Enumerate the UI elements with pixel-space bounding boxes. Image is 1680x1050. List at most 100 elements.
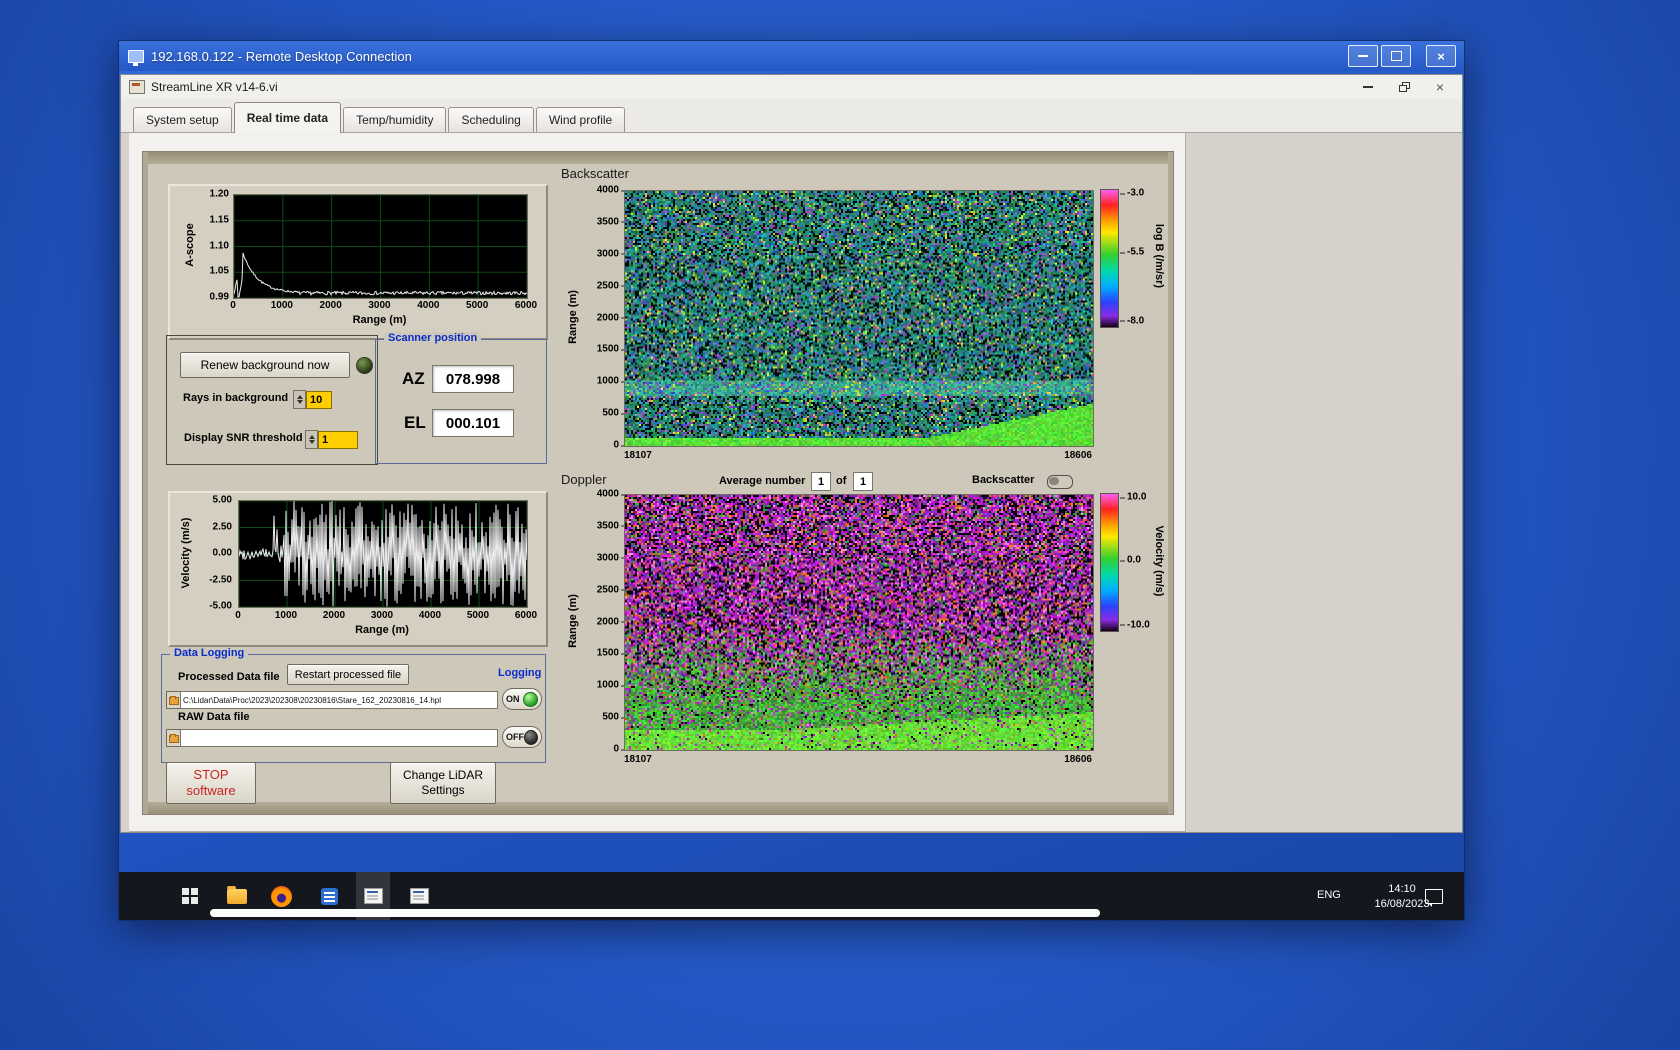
tick-label: 0 [613, 439, 626, 451]
raw-path-field[interactable] [180, 729, 498, 747]
maximize-icon [1390, 51, 1402, 61]
logging-on-switch[interactable]: ON [502, 688, 542, 710]
app-minimize-icon[interactable] [1362, 86, 1373, 88]
processed-data-file-label: Processed Data file [178, 671, 280, 683]
az-value-field[interactable]: 078.998 [432, 365, 514, 393]
scanner-position-title: Scanner position [384, 332, 482, 344]
snr-value-field[interactable]: 1 [318, 431, 358, 449]
tick-label: -5.00 [209, 600, 232, 612]
backscatter-x-end: 18606 [1064, 450, 1092, 461]
average-count-field[interactable]: 1 [853, 472, 873, 491]
tick-label: 5000 [466, 610, 490, 621]
tab-wind-profile[interactable]: Wind profile [535, 107, 626, 132]
panel-top-band [143, 152, 1173, 164]
stop-software-button[interactable]: STOP software [166, 762, 256, 804]
on-label: ON [506, 694, 520, 704]
tick-label: 6000 [514, 300, 538, 311]
doppler-x-axis: 18107 18606 [624, 754, 1092, 766]
minimize-icon [1358, 55, 1368, 57]
tab-real-time-data[interactable]: Real time data [233, 102, 342, 133]
average-number-label: Average number [719, 475, 806, 487]
tick-label: 1000 [274, 610, 298, 621]
raw-path-browse-button[interactable] [166, 729, 181, 747]
colorbar-tick-label: -8.0 [1119, 315, 1145, 327]
rays-spinner[interactable] [293, 390, 306, 409]
front-panel: A-scope 1.20 1.15 1.10 1.05 0.99 0 1000 2000 30… [129, 133, 1186, 832]
backscatter-colorbar-label: log B (/m/sr) [1153, 223, 1165, 289]
tick-label: 3500 [596, 216, 627, 228]
logging-off-switch[interactable]: OFF [502, 726, 542, 748]
el-value-field[interactable]: 000.101 [432, 409, 514, 437]
streamline-window: StreamLine XR v14-6.vi × System setup Rea… [120, 74, 1463, 833]
tick-label: 2000 [596, 312, 627, 323]
app-tab-bar: System setup Real time data Temp/humidity S… [121, 99, 1462, 133]
processed-path-browse-button[interactable] [166, 691, 181, 709]
rdp-maximize-button[interactable] [1381, 45, 1411, 67]
rdp-titlebar[interactable]: 192.168.0.122 - Remote Desktop Connectio… [119, 41, 1464, 71]
remote-desktop: StreamLine XR v14-6.vi × System setup Rea… [119, 71, 1464, 920]
processed-path-field[interactable]: C:\Lidar\Data\Proc\2023\202308\20230816\… [180, 691, 498, 709]
rays-in-background-label: Rays in background [183, 392, 289, 404]
ascope-y-ticks: 1.20 1.15 1.10 1.05 0.99 [198, 189, 231, 303]
colorbar-tick-label: -3.0 [1119, 187, 1145, 199]
tick-label: 2500 [596, 584, 627, 596]
horizontal-scrollbar-thumb[interactable] [210, 909, 1100, 917]
average-number-field[interactable]: 1 [811, 472, 831, 491]
rays-value-field[interactable]: 10 [306, 391, 332, 409]
ascope-x-ticks: 0 1000 2000 3000 4000 5000 6000 [230, 300, 537, 312]
tick-label: 1500 [596, 343, 627, 355]
doppler-heatmap-canvas [625, 495, 1093, 750]
start-button[interactable] [175, 872, 205, 920]
az-label: AZ [402, 369, 425, 388]
restart-processed-file-button[interactable]: Restart processed file [287, 664, 409, 685]
doppler-title: Doppler [561, 472, 607, 487]
scan-scheduler-icon [409, 888, 429, 904]
language-indicator[interactable]: ENG [1317, 889, 1341, 901]
tick-label: 0.00 [212, 547, 232, 559]
decrement-icon[interactable] [308, 440, 315, 444]
backscatter-toggle-label: Backscatter [972, 474, 1035, 486]
increment-icon[interactable] [296, 395, 303, 399]
windows-logo-icon [182, 888, 198, 904]
tab-system-setup[interactable]: System setup [133, 107, 232, 132]
tick-label: -2.50 [209, 574, 232, 585]
rdp-window: 192.168.0.122 - Remote Desktop Connectio… [118, 40, 1465, 921]
blue-app-icon [320, 887, 338, 905]
doppler-colorbar-label: Velocity (m/s) [1153, 525, 1165, 597]
tick-label: 4000 [418, 610, 442, 621]
tick-label: 1.15 [209, 214, 229, 226]
colorbar-tick-label: -5.5 [1119, 246, 1145, 258]
notification-icon [1425, 888, 1443, 907]
ascope-axis-label: A-scope [184, 223, 196, 267]
background-led-icon [356, 357, 373, 374]
app-close-icon[interactable]: × [1436, 80, 1444, 94]
rdp-close-button[interactable]: × [1426, 45, 1456, 67]
tick-label: 1000 [270, 300, 293, 311]
renew-background-button[interactable]: Renew background now [180, 352, 350, 378]
app-title: StreamLine XR v14-6.vi [151, 80, 278, 94]
panel-left-band [143, 152, 148, 814]
backscatter-title: Backscatter [561, 166, 629, 181]
app-titlebar[interactable]: StreamLine XR v14-6.vi × [121, 75, 1462, 100]
led-off-icon [524, 729, 538, 745]
app-restore-icon[interactable] [1398, 82, 1410, 92]
backscatter-toggle[interactable] [1047, 475, 1073, 489]
rdp-minimize-button[interactable] [1348, 45, 1378, 67]
toggle-knob [1049, 477, 1059, 485]
tick-label: 3500 [596, 520, 627, 532]
data-logging-title: Data Logging [170, 647, 249, 659]
snr-spinner[interactable] [305, 430, 318, 449]
change-lidar-settings-button[interactable]: Change LiDAR Settings [390, 762, 496, 804]
increment-icon[interactable] [308, 435, 315, 439]
tab-scheduling[interactable]: Scheduling [448, 107, 534, 132]
tab-temp-humidity[interactable]: Temp/humidity [343, 107, 447, 132]
backscatter-heatmap [624, 190, 1094, 447]
backscatter-colorbar-ticks: -3.0 -5.5 -8.0 [1119, 187, 1153, 327]
background-group: Renew background now Rays in background … [166, 335, 378, 465]
panel-bottom-band [143, 802, 1173, 814]
action-center-button[interactable] [1419, 872, 1449, 920]
decrement-icon[interactable] [296, 400, 303, 404]
tick-label: 500 [602, 407, 626, 419]
tick-label: 4000 [596, 488, 627, 500]
doppler-heatmap [624, 494, 1094, 751]
